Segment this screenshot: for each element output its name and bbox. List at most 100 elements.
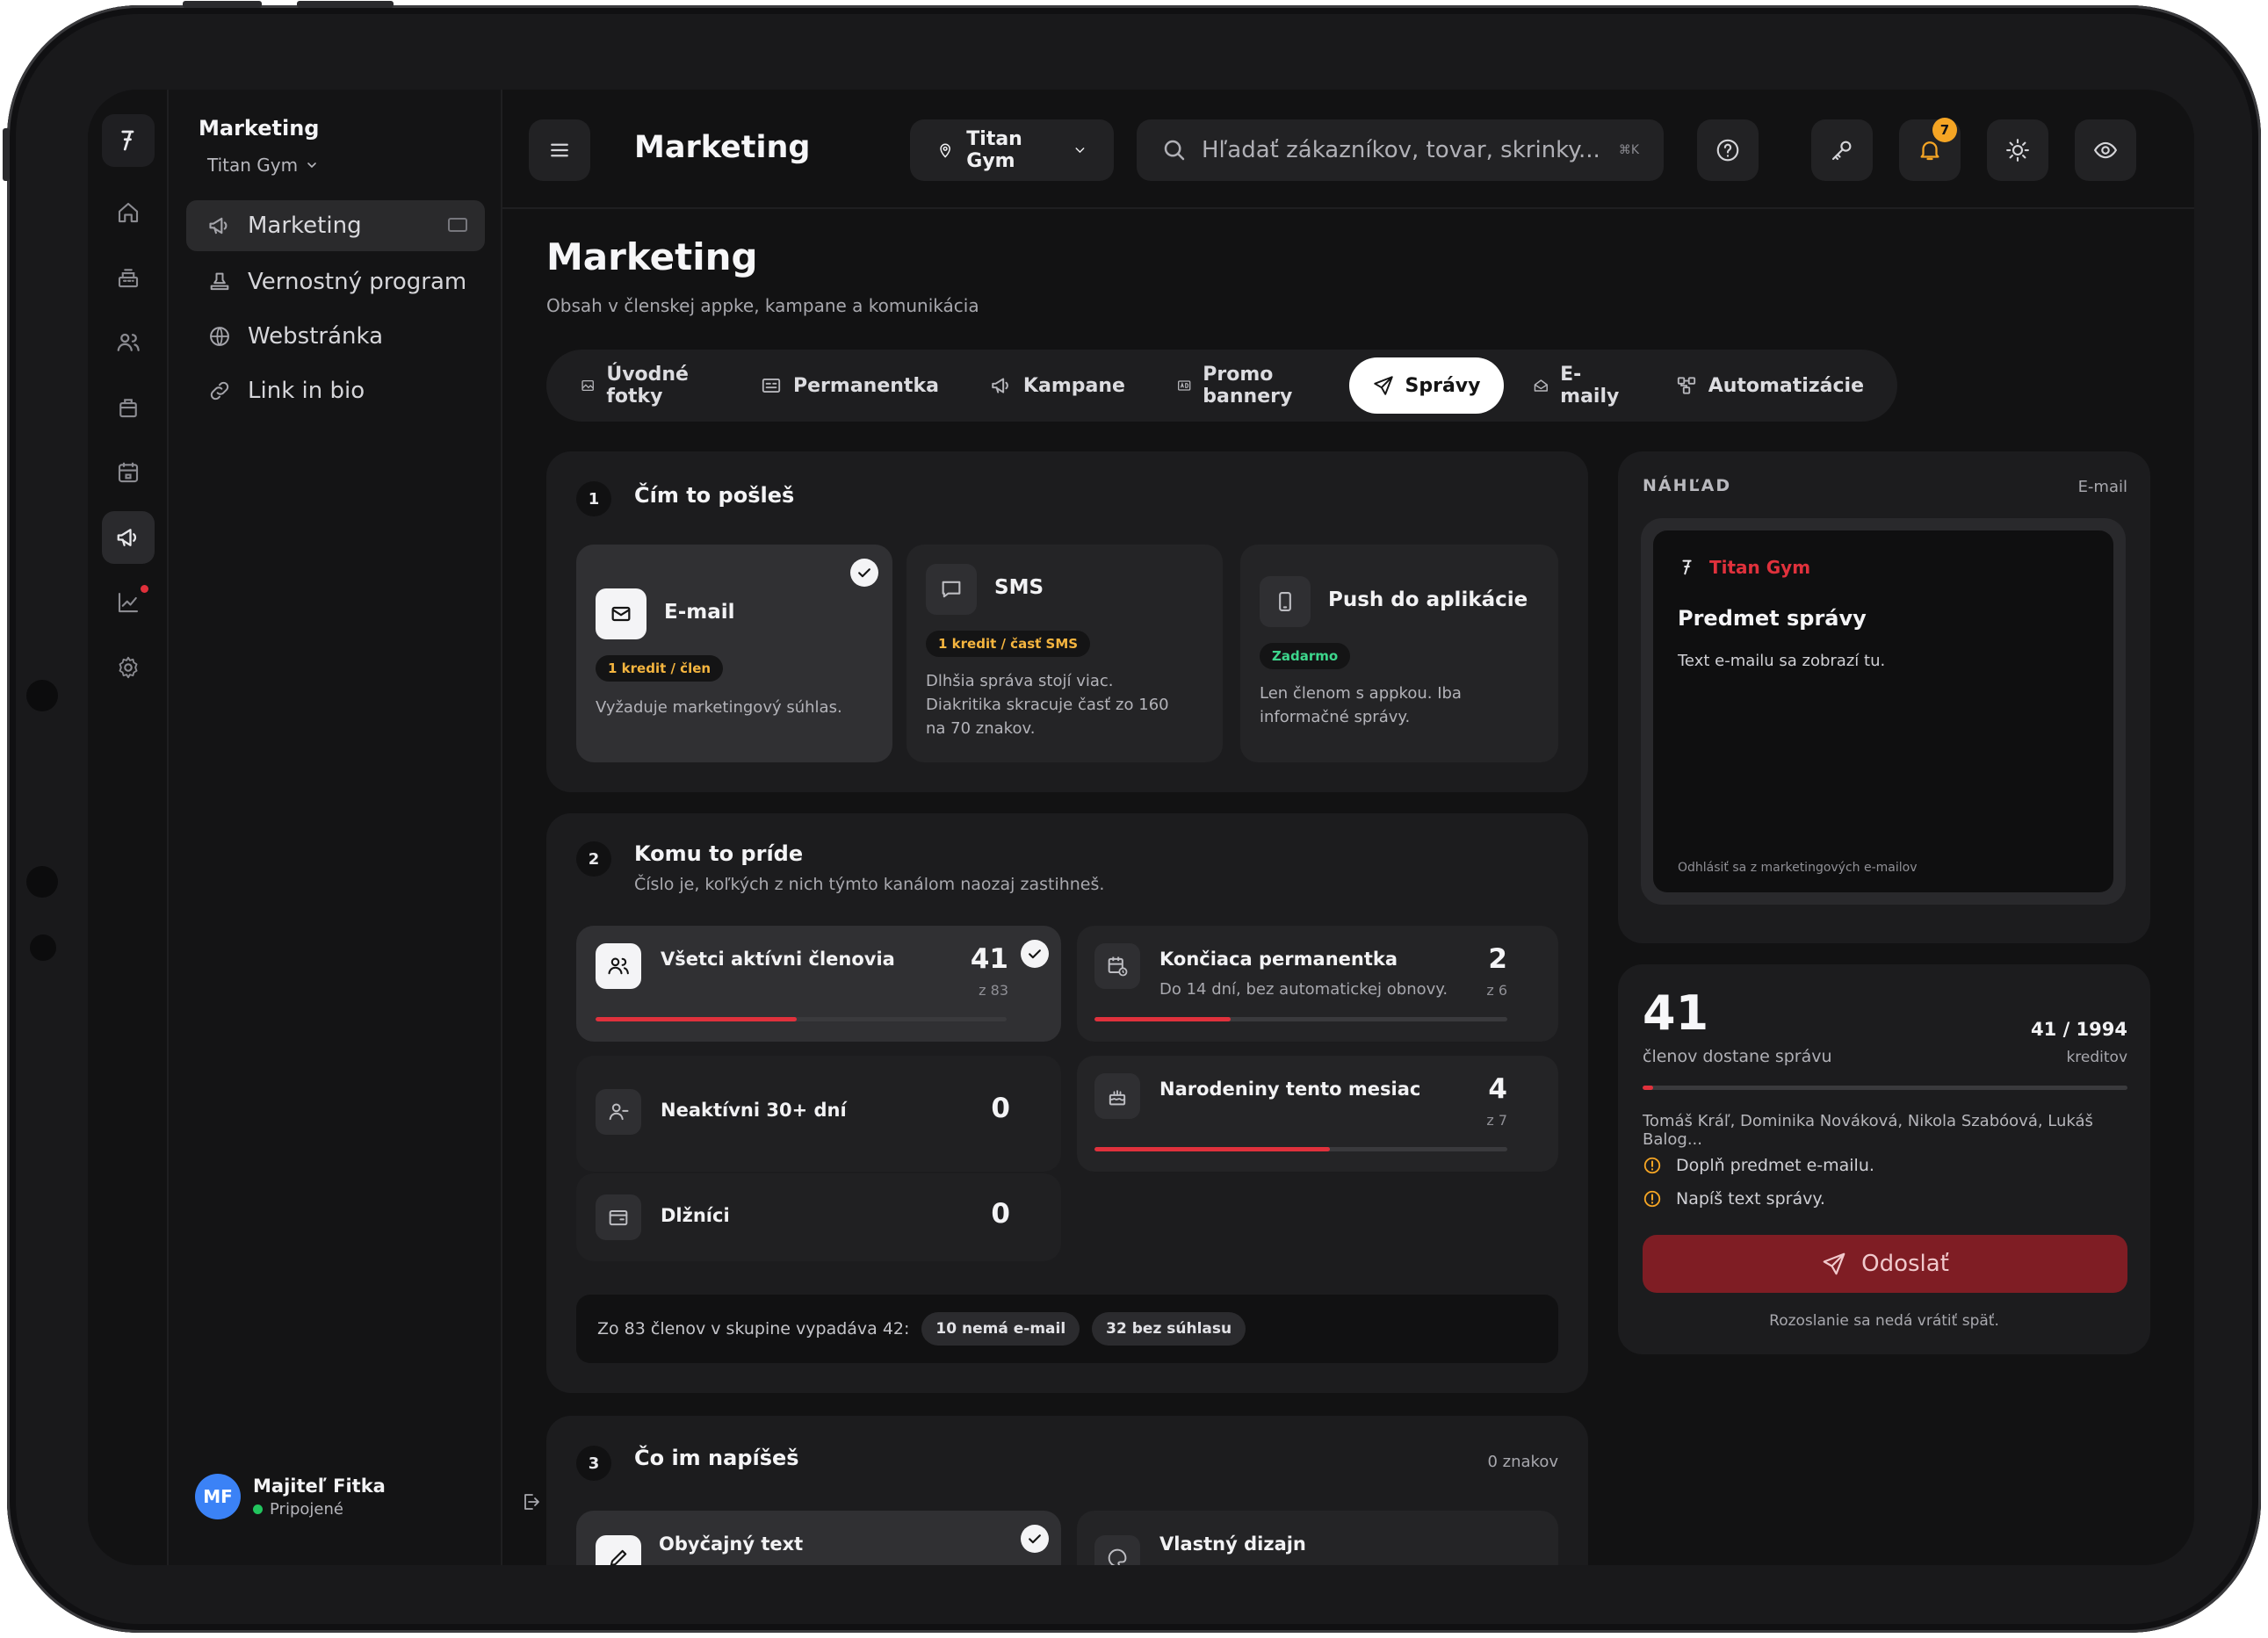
- exclusion-chip-no-consent[interactable]: 32 bez súhlasu: [1092, 1312, 1246, 1346]
- user-status: Pripojené: [253, 1500, 386, 1519]
- analytics-notification-dot: [141, 585, 148, 593]
- recipients-count: 41: [1643, 985, 1709, 1041]
- org-name: Titan Gym: [207, 155, 299, 176]
- settings-gear-icon[interactable]: [102, 641, 155, 694]
- content-option-title: Vlastný dizajn: [1159, 1533, 1306, 1555]
- warning-missing-body: Napíš text správy.: [1643, 1189, 1825, 1209]
- ad-banner-icon: [1177, 380, 1191, 391]
- channel-card-push[interactable]: Push do aplikácie Zadarmo Len členom s a…: [1240, 545, 1558, 762]
- step-number: 1: [576, 481, 611, 516]
- recipients-label: členov dostane správu: [1643, 1047, 1832, 1066]
- user-minus-icon: [596, 1089, 641, 1135]
- content-option-plain-text[interactable]: Obyčajný text: [576, 1511, 1061, 1565]
- members-icon[interactable]: [102, 316, 155, 369]
- notifications-button[interactable]: 7: [1899, 118, 1961, 181]
- audience-card-expiring[interactable]: Končiaca permanentka Do 14 dní, bez auto…: [1077, 926, 1558, 1042]
- preview-button[interactable]: [2075, 119, 2136, 181]
- exclusion-chip-no-email[interactable]: 10 nemá e-mail: [921, 1312, 1080, 1346]
- chat-bubble-icon: [926, 564, 977, 615]
- audience-count: 41: [970, 943, 1008, 975]
- audience-card-inactive[interactable]: Neaktívni 30+ dní 0: [576, 1056, 1061, 1172]
- location-selector[interactable]: Titan Gym: [910, 119, 1114, 181]
- app-logo-icon[interactable]: [102, 114, 155, 167]
- audience-reach-bar: [1094, 1017, 1507, 1021]
- id-card-icon: [762, 379, 781, 393]
- channel-description: Dlhšia správa stojí viac. Diakritika skr…: [926, 672, 1169, 738]
- warning-text: Doplň predmet e-mailu.: [1676, 1156, 1874, 1175]
- send-button-label: Odoslať: [1861, 1251, 1949, 1277]
- audience-reach-fill: [596, 1017, 798, 1021]
- warning-icon: [1643, 1189, 1662, 1209]
- tab-emails[interactable]: E-maily: [1509, 357, 1647, 414]
- notification-count-badge: 7: [1932, 118, 1957, 142]
- tab-label: E-maily: [1560, 364, 1620, 408]
- page-subtitle: Obsah v členskej appke, kampane a komuni…: [546, 295, 979, 316]
- send-icon: [1372, 374, 1395, 397]
- sidebar-item-marketing[interactable]: Marketing: [186, 200, 485, 251]
- sidebar-item-loyalty[interactable]: Vernostný program: [186, 256, 485, 307]
- audience-card-birthdays[interactable]: Narodeniny tento mesiac 4 z 7: [1077, 1056, 1558, 1172]
- send-button[interactable]: Odoslať: [1643, 1235, 2127, 1293]
- chevron-down-icon: [307, 162, 316, 169]
- cash-register-icon[interactable]: [102, 251, 155, 304]
- avatar: MF: [195, 1474, 241, 1519]
- search-input[interactable]: Hľadať zákazníkov, tovar, skrinky... ⌘K: [1137, 119, 1664, 181]
- birthday-cake-icon: [1094, 1073, 1140, 1119]
- megaphone-icon: [990, 374, 1013, 397]
- org-switcher[interactable]: Titan Gym: [207, 155, 319, 176]
- channel-card-sms[interactable]: SMS 1 kredit / časť SMS Dlhšia správa st…: [906, 545, 1223, 762]
- user-name: Majiteľ Fitka: [253, 1475, 386, 1497]
- sidebar-item-website[interactable]: Webstránka: [186, 311, 485, 362]
- sidebar-item-link-in-bio[interactable]: Link in bio: [186, 365, 485, 416]
- location-pin-icon: [940, 143, 950, 158]
- analytics-chart-icon[interactable]: [102, 576, 155, 629]
- megaphone-icon: [207, 213, 232, 238]
- menu-button[interactable]: [529, 119, 590, 181]
- content-option-custom-design[interactable]: Vlastný dizajn: [1077, 1511, 1558, 1565]
- channel-price-badge: Zadarmo: [1260, 643, 1351, 669]
- home-icon[interactable]: [102, 186, 155, 239]
- audience-total: z 83: [979, 982, 1008, 999]
- tab-promo-banners[interactable]: Promo bannery: [1153, 357, 1344, 414]
- page-title: Marketing: [546, 235, 758, 278]
- preview-body: Text e-mailu sa zobrazí tu.: [1678, 652, 1886, 670]
- audience-total: z 7: [1486, 1112, 1507, 1129]
- link-icon: [210, 381, 229, 400]
- tab-label: Automatizácie: [1708, 374, 1864, 397]
- audience-title: Dlžníci: [661, 1205, 730, 1226]
- sensor-dot-2: [30, 934, 56, 961]
- sidebar-collapse-icon[interactable]: [448, 218, 467, 232]
- tab-intro-photos[interactable]: Úvodné fotky: [557, 357, 732, 414]
- keys-button[interactable]: [1811, 119, 1873, 181]
- calendar-icon[interactable]: [102, 446, 155, 499]
- tab-membership-card[interactable]: Permanentka: [737, 357, 962, 414]
- tab-messages[interactable]: Správy: [1348, 357, 1504, 414]
- calendar-clock-icon: [1094, 943, 1140, 989]
- sidebar-title: Marketing: [199, 116, 320, 141]
- topbar-title: Marketing: [634, 130, 811, 165]
- help-button[interactable]: [1697, 119, 1759, 181]
- channel-title: Push do aplikácie: [1328, 588, 1528, 611]
- audience-reach-fill: [1094, 1147, 1330, 1151]
- hamburger-icon: [551, 143, 568, 157]
- search-icon: [1164, 140, 1185, 161]
- online-status-dot: [253, 1504, 263, 1514]
- icon-rail: [88, 90, 169, 1565]
- audience-card-all-active[interactable]: Všetci aktívni členovia 41 z 83: [576, 926, 1061, 1042]
- tab-campaigns[interactable]: Kampane: [967, 357, 1148, 414]
- tab-automations[interactable]: Automatizácie: [1652, 357, 1887, 414]
- theme-toggle-button[interactable]: [1987, 119, 2048, 181]
- step-title: Čo im napíšeš: [634, 1446, 799, 1470]
- shop-bag-icon[interactable]: [102, 381, 155, 434]
- audience-title: Neaktívni 30+ dní: [661, 1100, 847, 1121]
- email-preview: Titan Gym Predmet správy Text e-mailu sa…: [1653, 530, 2113, 892]
- marketing-megaphone-icon[interactable]: [102, 511, 155, 564]
- warning-missing-subject: Doplň predmet e-mailu.: [1643, 1156, 1874, 1175]
- key-icon: [1831, 141, 1852, 161]
- user-profile[interactable]: MF Majiteľ Fitka Pripojené: [195, 1474, 386, 1519]
- channel-card-email[interactable]: E-mail 1 kredit / člen Vyžaduje marketin…: [576, 545, 892, 762]
- sidebar-item-label: Link in bio: [248, 378, 365, 404]
- audience-card-debtors[interactable]: Dlžníci 0: [576, 1173, 1061, 1261]
- tab-label: Kampane: [1022, 374, 1125, 397]
- email-preview-frame: Titan Gym Predmet správy Text e-mailu sa…: [1641, 518, 2126, 905]
